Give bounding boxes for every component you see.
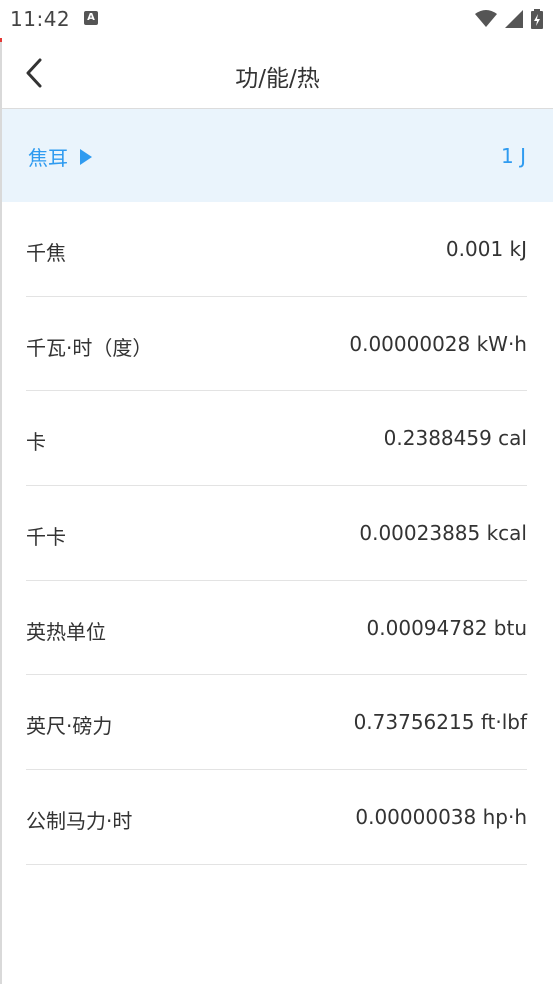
- unit-row-kilowatt-hour[interactable]: 千瓦·时（度） 0.00000028 kW·h: [2, 297, 553, 392]
- unit-row-kilocalorie[interactable]: 千卡 0.00023885 kcal: [2, 486, 553, 581]
- unit-value: 0.00023885 kcal: [359, 521, 527, 546]
- unit-row-kilojoule[interactable]: 千焦 0.001 kJ: [2, 202, 553, 297]
- selected-unit-value: 1 J: [501, 144, 526, 168]
- unit-name: 千卡: [26, 525, 66, 550]
- divider: [26, 863, 527, 865]
- unit-row-calorie[interactable]: 卡 0.2388459 cal: [2, 391, 553, 487]
- unit-name: 英尺·磅力: [26, 714, 113, 739]
- unit-row-btu[interactable]: 英热单位 0.00094782 btu: [2, 581, 553, 676]
- status-icons: [475, 8, 543, 30]
- unit-name: 英热单位: [26, 619, 106, 644]
- unit-value: 0.00094782 btu: [366, 615, 527, 640]
- wifi-icon: [475, 10, 497, 27]
- notification-app-icon: A: [84, 11, 98, 25]
- unit-name: 卡: [26, 430, 46, 455]
- unit-value: 0.001 kJ: [445, 237, 527, 261]
- page-title: 功/能/热: [235, 66, 320, 92]
- unit-value: 0.00000028 kW·h: [349, 331, 527, 356]
- unit-name: 千瓦·时（度）: [26, 335, 153, 360]
- unit-name: 千焦: [26, 241, 66, 265]
- unit-name: 公制马力·时: [26, 809, 133, 834]
- unit-row-foot-pound-force[interactable]: 英尺·磅力 0.73756215 ft·lbf: [2, 675, 553, 771]
- unit-value: 0.00000038 hp·h: [355, 805, 527, 830]
- unit-row-metric-horsepower-hour[interactable]: 公制马力·时 0.00000038 hp·h: [2, 770, 553, 865]
- status-time: 11:42: [10, 7, 71, 31]
- battery-icon: [531, 9, 543, 29]
- selected-unit-name: 焦耳: [28, 146, 68, 170]
- unit-value: 0.73756215 ft·lbf: [353, 710, 527, 735]
- triangle-right-icon: [80, 148, 92, 165]
- app-header: 功/能/热: [2, 38, 553, 109]
- status-bar: 11:42 A: [0, 0, 553, 38]
- unit-value: 0.2388459 cal: [383, 426, 527, 451]
- selected-unit-label-group: 焦耳: [28, 142, 92, 171]
- unit-list: 千焦 0.001 kJ 千瓦·时（度） 0.00000028 kW·h 卡 0.…: [2, 202, 553, 865]
- signal-icon: [505, 10, 523, 28]
- selected-unit-row[interactable]: 焦耳 1 J: [2, 109, 553, 202]
